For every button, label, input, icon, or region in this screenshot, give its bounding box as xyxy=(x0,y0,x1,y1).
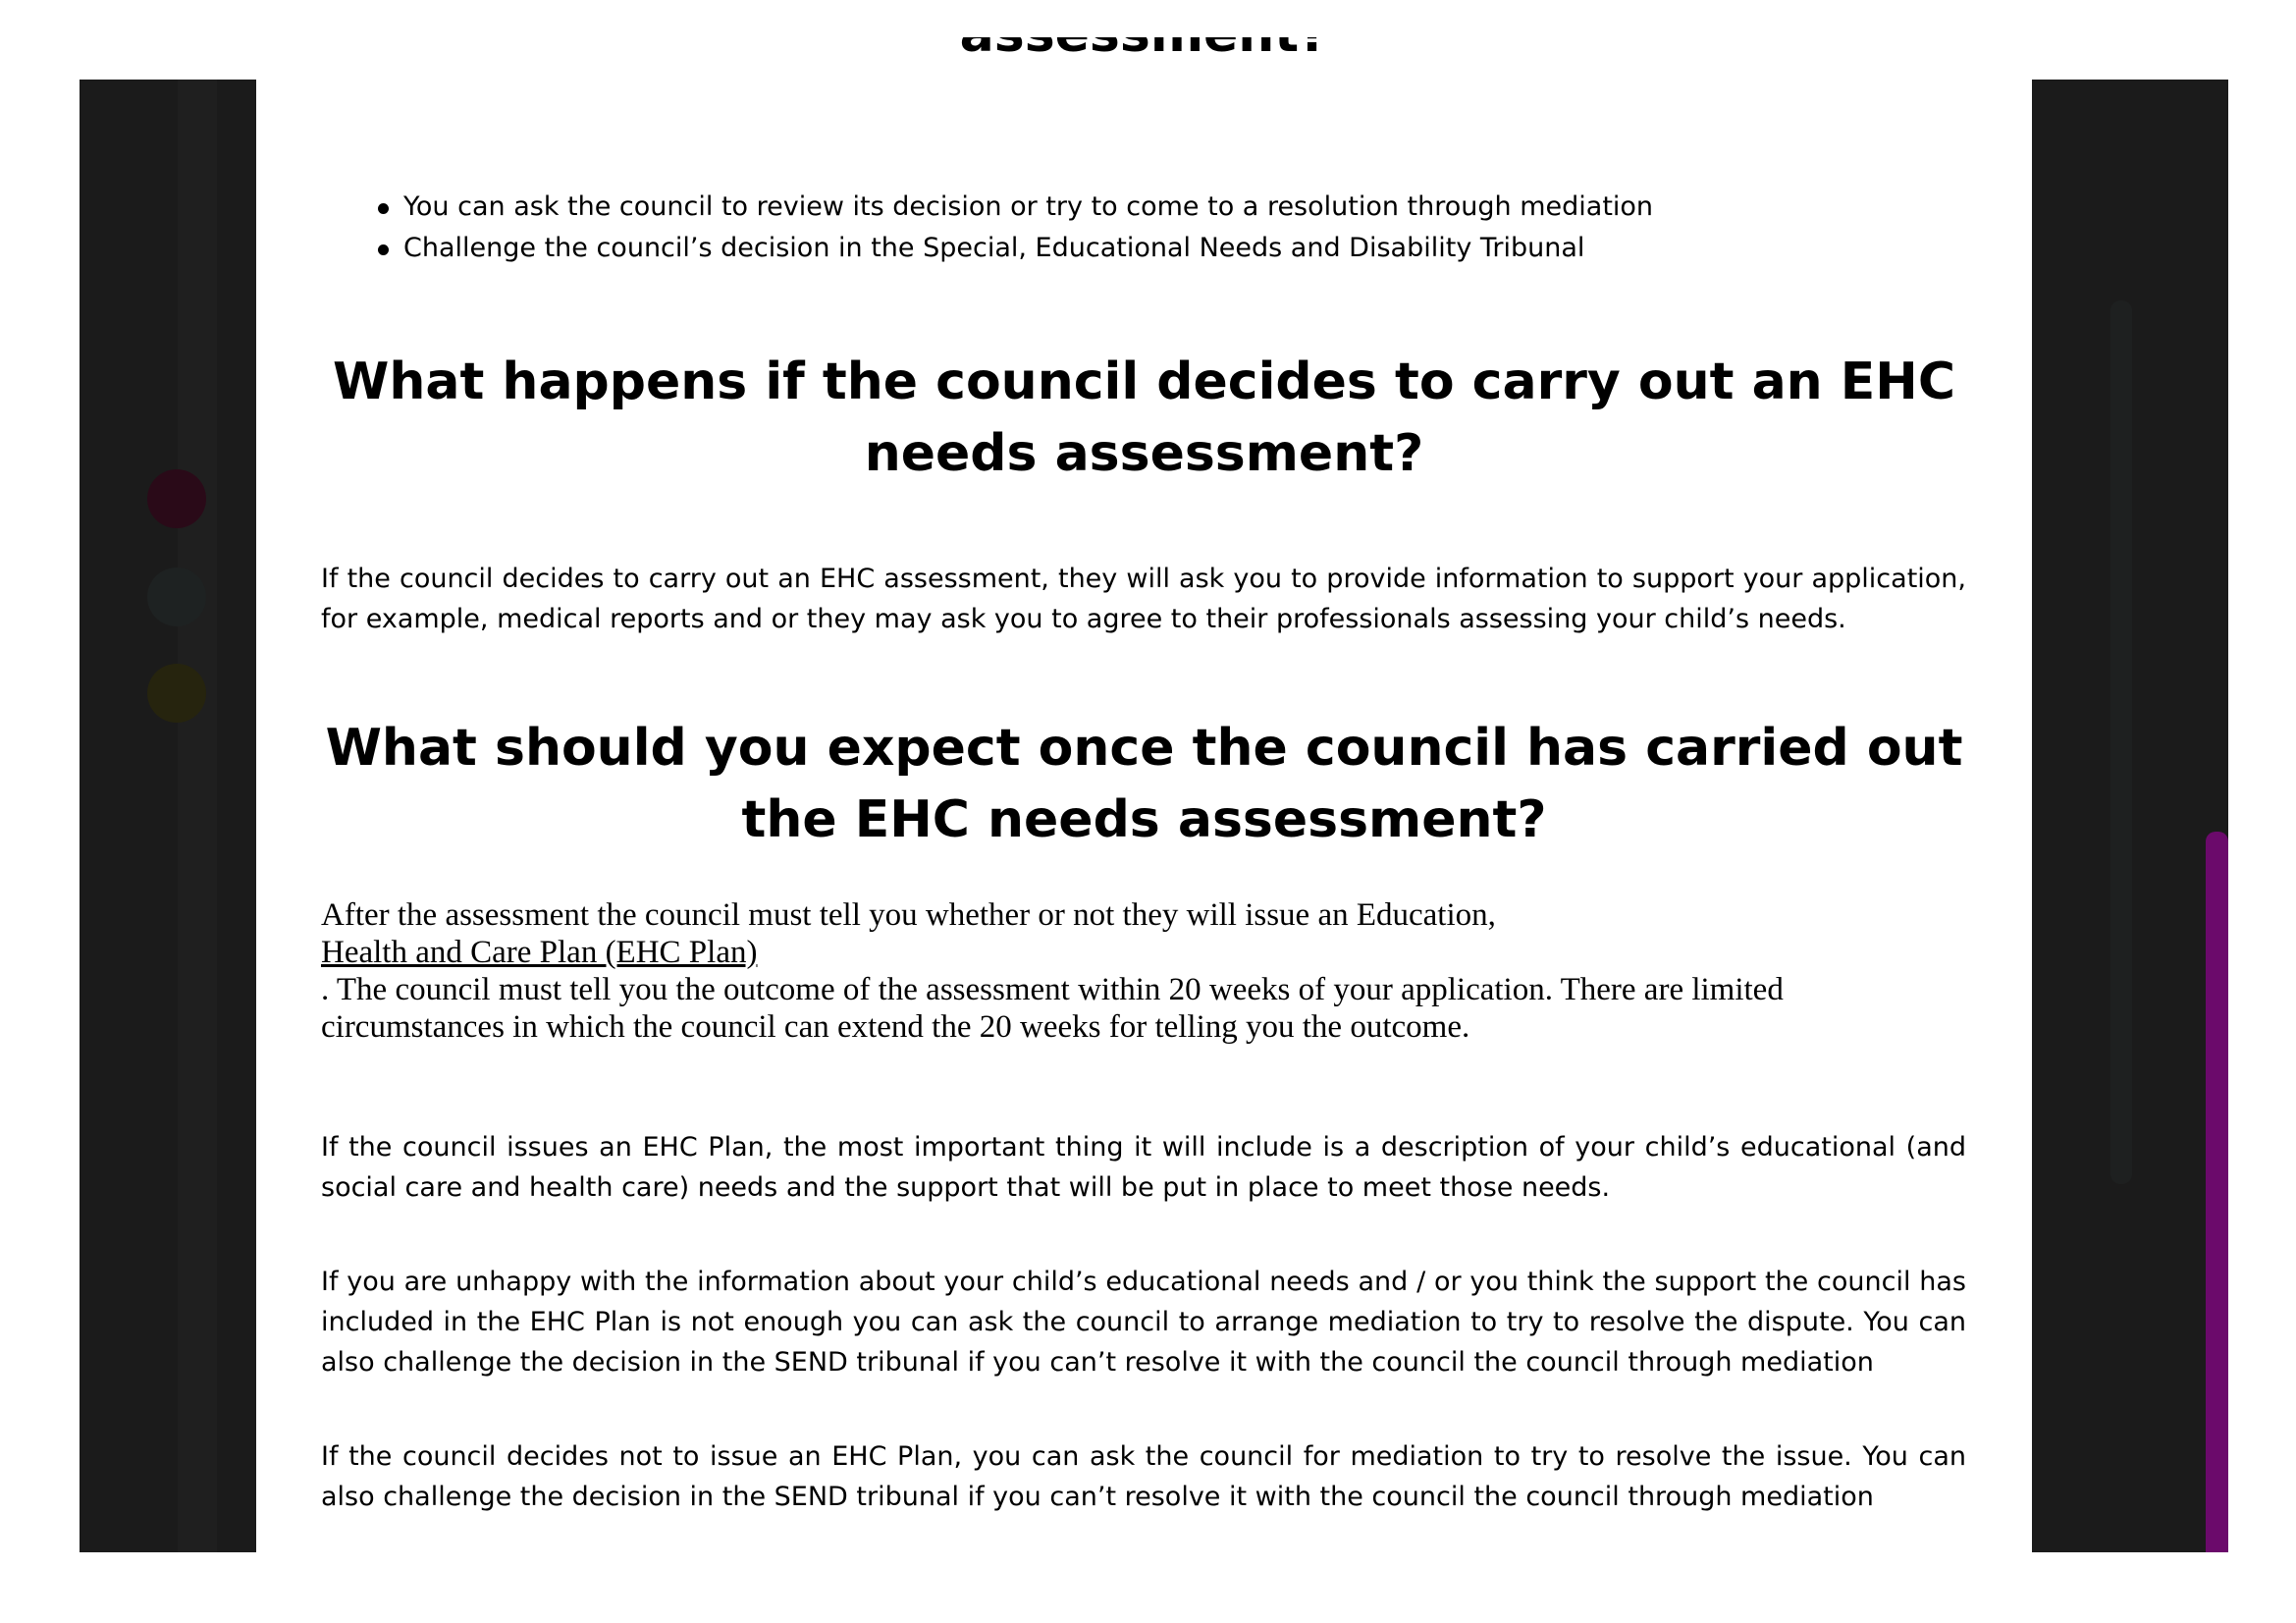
list-item: Challenge the council’s decision in the … xyxy=(377,228,1653,269)
left-background-panel xyxy=(80,80,256,1552)
right-faded-panel xyxy=(2110,300,2132,1184)
outcome-intro-text: After the assessment the council must te… xyxy=(321,897,1496,933)
faded-dot-icon xyxy=(147,469,206,528)
section-heading-assessment: What happens if the council decides to c… xyxy=(333,352,1955,483)
right-background-panel xyxy=(2032,80,2228,1552)
faded-dot-icon xyxy=(147,664,206,723)
cut-off-heading: assessment? xyxy=(256,37,2032,98)
outcome-rest-text: . The council must tell you the outcome … xyxy=(321,972,1784,1045)
ehc-plan-link[interactable]: Health and Care Plan (EHC Plan) xyxy=(321,934,1966,971)
document-page: assessment? You can ask the council to r… xyxy=(256,0,2032,1552)
options-list: You can ask the council to review its de… xyxy=(377,187,1653,269)
paragraph-assessment-info: If the council decides to carry out an E… xyxy=(321,564,1966,634)
list-item: You can ask the council to review its de… xyxy=(377,187,1653,228)
left-panel-stripe xyxy=(178,80,217,1552)
paragraph-unhappy-info: If you are unhappy with the information … xyxy=(321,1267,1966,1378)
section-heading-expectations: What should you expect once the council … xyxy=(325,719,1963,849)
paragraph-ehc-plan-contents: If the council issues an EHC Plan, the m… xyxy=(321,1132,1966,1203)
paragraph-no-plan: If the council decides not to issue an E… xyxy=(321,1441,1966,1512)
outcome-paragraph: After the assessment the council must te… xyxy=(321,896,1966,1046)
scrollbar[interactable] xyxy=(2206,832,2228,1552)
faded-dot-icon xyxy=(147,568,206,626)
